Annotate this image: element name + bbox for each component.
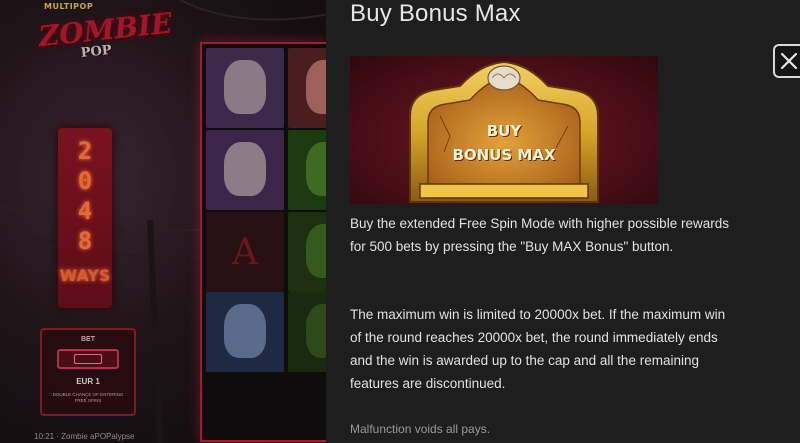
reel-symbol-letter-a: A [206, 212, 284, 292]
reel-symbol-purple-zombie [206, 48, 284, 128]
bet-label: BET [81, 336, 95, 343]
ways-digit: 0 [77, 167, 93, 195]
page-title: Buy Bonus Max [350, 0, 521, 27]
reel-symbol-green [288, 292, 326, 372]
malfunction-note: Malfunction voids all pays. [350, 422, 491, 436]
close-icon [780, 52, 798, 70]
reels-grid: A [200, 42, 326, 442]
game-logo: ZOMBIE POP [37, 6, 174, 80]
ways-banner: 2 0 4 8 WAYS [58, 128, 112, 308]
reel-symbol-purple-zombie [206, 130, 284, 210]
reel-symbol-green [288, 130, 326, 210]
game-background: MULTIPOP ZOMBIE POP 2 0 4 8 WAYS BET EUR… [0, 0, 326, 443]
ways-digit: 4 [77, 197, 93, 225]
bet-note: DOUBLE CHANCE OF ENTERING FREE SPINS [52, 392, 124, 403]
description-paragraph: Buy the extended Free Spin Mode with hig… [350, 216, 729, 254]
info-panel: Buy Bonus Max BUY BONUS MAX Buy the exte… [326, 0, 800, 443]
close-button[interactable] [773, 44, 800, 78]
toggle-knob [74, 354, 102, 364]
reel-symbol-green [288, 212, 326, 292]
ways-label: WAYS [59, 266, 111, 285]
reel-symbol-police-zombie [206, 292, 284, 372]
bet-value: EUR 1 [76, 377, 100, 386]
bonus-max-image: BUY BONUS MAX [350, 56, 658, 204]
logo-sub-text: POP [80, 42, 113, 62]
reel-symbol-red-zombie [288, 48, 326, 128]
double-chance-toggle[interactable] [57, 349, 119, 369]
bet-panel: BET EUR 1 DOUBLE CHANCE OF ENTERING FREE… [40, 328, 136, 416]
ways-digit: 2 [77, 137, 93, 165]
max-win-paragraph: The maximum win is limited to 20000x bet… [350, 307, 726, 391]
bonus-image-text-line2: BONUS MAX [452, 146, 556, 164]
ways-digit: 8 [77, 227, 93, 255]
bonus-image-text-line1: BUY [486, 122, 522, 140]
logo-top-text: MULTIPOP [44, 2, 94, 11]
status-bar: 10:21 · Zombie aPOPalypse [34, 432, 135, 441]
